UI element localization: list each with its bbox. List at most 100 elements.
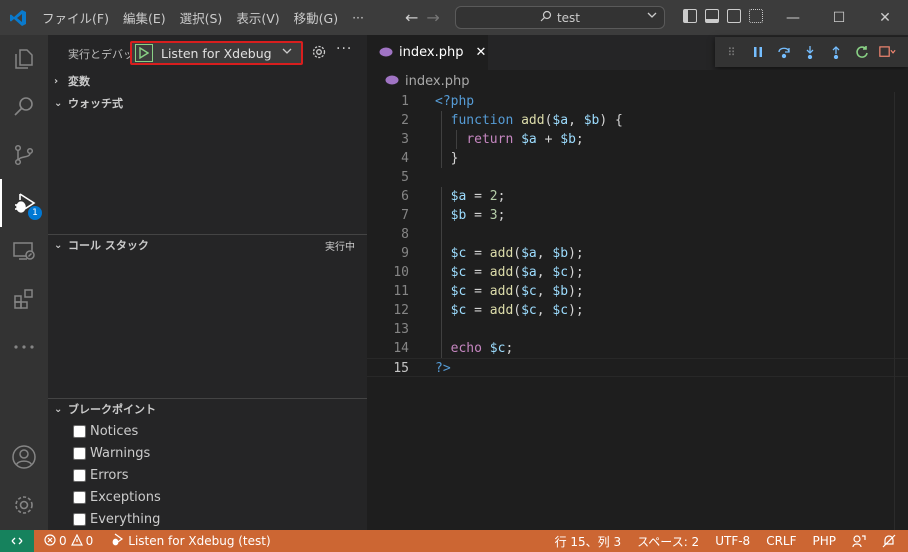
- breakpoints-section: ⌄ ブレークポイント: [48, 398, 367, 420]
- status-bar: 0 0 Listen for Xdebug (test) 行 15、列 3 スペ…: [0, 530, 908, 552]
- menu-bar: ファイル(F) 編集(E) 選択(S) 表示(V) 移動(G) ···: [35, 0, 371, 35]
- watch-header[interactable]: ⌄ ウォッチ式: [48, 92, 367, 114]
- menu-file[interactable]: ファイル(F): [35, 8, 116, 27]
- step-out-icon[interactable]: [827, 45, 844, 59]
- command-center-text: test: [556, 10, 581, 25]
- debug-toolbar: ⠿: [715, 37, 908, 67]
- code-line: 5: [401, 170, 409, 185]
- chevron-down-icon: ⌄: [54, 239, 63, 251]
- back-arrow-icon[interactable]: ←: [405, 8, 418, 27]
- callstack-header[interactable]: ⌄ コール スタック 実行中: [48, 234, 367, 256]
- menu-go[interactable]: 移動(G): [287, 8, 345, 27]
- breakpoint-item[interactable]: Exceptions: [73, 486, 161, 508]
- stop-icon[interactable]: [879, 45, 896, 59]
- close-icon[interactable]: ✕: [475, 45, 486, 60]
- breakpoint-checkbox[interactable]: [73, 490, 86, 504]
- code-line: 3 return $a + $b;: [401, 132, 584, 147]
- cursor-position[interactable]: 行 15、列 3: [547, 530, 630, 552]
- step-over-icon[interactable]: [775, 45, 792, 59]
- editor-tabs: index.php ✕ ⠿: [367, 35, 908, 70]
- pause-icon[interactable]: [749, 46, 766, 58]
- minimize-icon[interactable]: —: [770, 0, 816, 35]
- more-actions-icon[interactable]: ···: [336, 41, 352, 57]
- step-into-icon[interactable]: [801, 45, 818, 59]
- debug-badge: 1: [28, 206, 42, 220]
- code-line: 14 echo $c;: [393, 341, 514, 356]
- warning-count: 0: [85, 534, 94, 548]
- debug-session-label: Listen for Xdebug (test): [128, 534, 271, 548]
- menu-edit[interactable]: 編集(E): [116, 8, 173, 27]
- error-icon: [44, 533, 56, 549]
- breakpoints-header[interactable]: ⌄ ブレークポイント: [48, 398, 367, 420]
- manage-gear-icon[interactable]: [0, 481, 48, 529]
- code-line: 10 $c = add($a, $c);: [393, 265, 584, 280]
- command-center[interactable]: test: [455, 6, 665, 29]
- customize-layout-icon[interactable]: [749, 9, 763, 23]
- breakpoint-item[interactable]: Notices: [73, 420, 138, 442]
- run-debug-sidebar: 実行とデバッグ Listen for Xdebug ··· › 変数 ⌄ ウォッチ式…: [48, 35, 367, 530]
- remote-icon[interactable]: [0, 530, 34, 552]
- breakpoint-checkbox[interactable]: [73, 468, 86, 482]
- editor-scrollbar[interactable]: [894, 92, 908, 530]
- code-line-current: 15 ?>: [367, 358, 908, 377]
- extensions-icon[interactable]: [0, 275, 48, 323]
- menu-view[interactable]: 表示(V): [229, 8, 286, 27]
- settings-gear-icon[interactable]: [311, 44, 327, 63]
- toggle-secondary-sidebar-icon[interactable]: [727, 9, 741, 23]
- toggle-panel-icon[interactable]: [705, 9, 719, 23]
- breadcrumb: index.php: [367, 70, 908, 92]
- toggle-primary-sidebar-icon[interactable]: [683, 9, 697, 23]
- code-line: 11 $c = add($c, $b);: [393, 284, 584, 299]
- error-count: 0: [59, 534, 67, 548]
- encoding[interactable]: UTF-8: [707, 530, 758, 552]
- breakpoint-item[interactable]: Errors: [73, 464, 128, 486]
- code-line: 6 $a = 2;: [401, 189, 506, 204]
- close-icon[interactable]: ✕: [862, 0, 908, 35]
- explorer-icon[interactable]: [0, 35, 48, 83]
- title-bar: ファイル(F) 編集(E) 選択(S) 表示(V) 移動(G) ··· ← → …: [0, 0, 908, 35]
- nav-arrows: ← →: [405, 8, 440, 27]
- debug-session[interactable]: Listen for Xdebug (test): [105, 530, 276, 552]
- menu-more[interactable]: ···: [345, 10, 371, 25]
- chevron-down-icon[interactable]: [646, 9, 658, 24]
- code-line: 7 $b = 3;: [401, 208, 506, 223]
- tab-label: index.php: [399, 45, 464, 60]
- chevron-down-icon[interactable]: [281, 45, 293, 60]
- launch-config-dropdown[interactable]: Listen for Xdebug: [130, 41, 303, 65]
- menu-selection[interactable]: 選択(S): [173, 8, 230, 27]
- maximize-icon[interactable]: ☐: [816, 0, 862, 35]
- indentation[interactable]: スペース: 2: [629, 530, 707, 552]
- search-icon[interactable]: [0, 83, 48, 131]
- variables-header[interactable]: › 変数: [48, 70, 367, 92]
- code-line: 12 $c = add($c, $c);: [393, 303, 584, 318]
- chevron-down-icon: ⌄: [54, 97, 63, 109]
- play-icon[interactable]: [135, 44, 153, 62]
- feedback-icon[interactable]: [844, 530, 874, 552]
- breadcrumb-file[interactable]: index.php: [405, 74, 469, 89]
- bell-icon[interactable]: [874, 530, 908, 552]
- account-icon[interactable]: [0, 433, 48, 481]
- debug-session-icon: [111, 533, 124, 549]
- php-file-icon: [385, 74, 399, 89]
- remote-explorer-icon[interactable]: [0, 227, 48, 275]
- chevron-down-icon: ⌄: [54, 403, 63, 415]
- more-views-icon[interactable]: [0, 323, 48, 371]
- code-editor[interactable]: 1 <?php 2 function add($a, $b) { 3 return…: [367, 92, 908, 530]
- problems-indicator[interactable]: 0 0: [38, 530, 99, 552]
- breakpoint-item[interactable]: Everything: [73, 508, 160, 530]
- watch-section: ⌄ ウォッチ式: [48, 92, 367, 114]
- run-debug-icon[interactable]: 1: [0, 179, 48, 227]
- code-line: 8: [401, 227, 409, 242]
- breakpoint-item[interactable]: Warnings: [73, 442, 150, 464]
- forward-arrow-icon[interactable]: →: [426, 8, 439, 27]
- breakpoint-checkbox[interactable]: [73, 512, 86, 526]
- breakpoint-checkbox[interactable]: [73, 424, 86, 438]
- source-control-icon[interactable]: [0, 131, 48, 179]
- drag-handle-icon[interactable]: ⠿: [723, 46, 740, 59]
- restart-icon[interactable]: [853, 45, 870, 59]
- breakpoint-checkbox[interactable]: [73, 446, 86, 460]
- php-file-icon: [379, 46, 393, 60]
- language-mode[interactable]: PHP: [805, 530, 845, 552]
- end-of-line[interactable]: CRLF: [758, 530, 804, 552]
- tab-index-php[interactable]: index.php ✕: [367, 35, 488, 70]
